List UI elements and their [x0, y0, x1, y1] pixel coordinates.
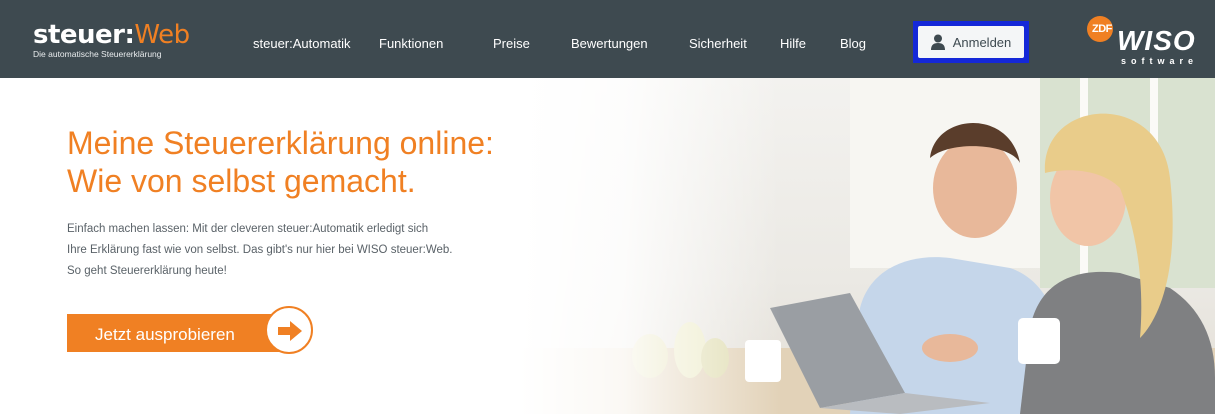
try-now-button[interactable]: Jetzt ausprobieren [67, 306, 317, 358]
nav-item-funktionen[interactable]: Funktionen [379, 36, 443, 51]
zdf-wiso-software-logo: ZDF WISO software [1087, 14, 1199, 66]
top-navigation-bar: steuer:Web Die automatische Steuererklär… [0, 0, 1215, 78]
nav-item-preise[interactable]: Preise [493, 36, 530, 51]
login-button[interactable]: Anmelden [918, 26, 1024, 58]
nav-item-bewertungen[interactable]: Bewertungen [571, 36, 648, 51]
hero-headline-line-2: Wie von selbst gemacht. [67, 163, 416, 199]
software-logo-text: software [1121, 56, 1199, 66]
nav-item-hilfe[interactable]: Hilfe [780, 36, 806, 51]
wiso-logo-text: WISO [1117, 25, 1196, 56]
nav-item-steuer-automatik[interactable]: steuer:Automatik [253, 36, 351, 51]
hero-intro-line-1: Einfach machen lassen: Mit der cleveren … [67, 223, 429, 235]
login-button-label: Anmelden [952, 34, 1012, 50]
hero-headline: Meine Steuererklärung online: Wie von se… [67, 124, 494, 200]
arrow-right-icon [278, 321, 302, 341]
hero-section: Meine Steuererklärung online: Wie von se… [0, 78, 1215, 414]
zdf-logo-text: ZDF [1092, 23, 1112, 35]
brand-tagline: Die automatische Steuererklärung [33, 49, 162, 59]
try-now-button-label: Jetzt ausprobieren [95, 325, 235, 344]
brand-name-part2: Web [134, 20, 190, 50]
brand-name-part1: steuer: [33, 20, 135, 50]
hero-intro-line-3: So geht Steuererklärung heute! [67, 265, 227, 277]
hero-intro-text: Einfach machen lassen: Mit der cleveren … [67, 219, 507, 282]
hero-intro-line-2: Ihre Erklärung fast wie von selbst. Das … [67, 244, 453, 256]
hero-headline-line-1: Meine Steuererklärung online: [67, 125, 494, 161]
brand-logo-link[interactable]: steuer:Web Die automatische Steuererklär… [33, 22, 190, 59]
hero-photo-couple-with-laptop [520, 78, 1215, 414]
user-icon [930, 34, 945, 50]
nav-item-sicherheit[interactable]: Sicherheit [689, 36, 747, 51]
cta-arrow-circle [265, 306, 313, 354]
nav-item-blog[interactable]: Blog [840, 36, 866, 51]
login-highlight-frame: Anmelden [913, 21, 1029, 63]
brand-name: steuer:Web [33, 22, 190, 48]
